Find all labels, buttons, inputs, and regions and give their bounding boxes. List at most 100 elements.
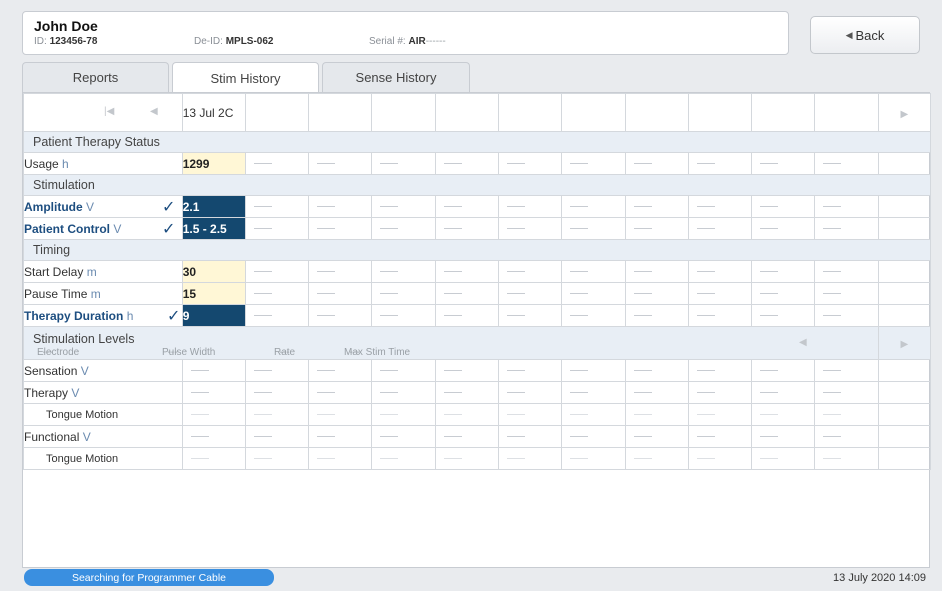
empty-cell <box>371 152 436 175</box>
empty-cell <box>687 425 753 448</box>
label-text: Therapy Duration <box>24 308 124 323</box>
check-icon: ✓ <box>162 199 176 216</box>
empty-cell <box>434 152 500 175</box>
empty-cell <box>814 152 879 175</box>
empty-cell <box>814 403 879 426</box>
unit-text: m <box>86 264 97 279</box>
empty-cell <box>561 304 626 327</box>
tab-sense-history[interactable]: Sense History <box>322 62 470 92</box>
row-label-patient-control[interactable]: Patient Control V ✓ <box>23 217 183 240</box>
empty-cell <box>434 260 500 283</box>
empty-date-cell <box>687 93 753 132</box>
row-label-amplitude[interactable]: Amplitude V ✓ <box>23 195 183 218</box>
row-label-usage: Usage h <box>23 152 183 175</box>
levels-previous-icon[interactable]: ◀ <box>799 337 807 348</box>
therapy-duration-value[interactable]: 9 <box>181 304 246 327</box>
patient-ids: ID: 123456-78 De-ID: MPLS-062 Serial #: … <box>34 36 777 50</box>
empty-cell <box>877 195 932 218</box>
next-page-cell[interactable]: ▶ <box>877 93 932 132</box>
empty-cell <box>751 282 816 305</box>
empty-cell <box>687 282 753 305</box>
stim-history-grid: |◀ ◀ 13 Jul 2C ▶ Patient Therapy Status … <box>23 93 932 470</box>
empty-cell <box>498 304 563 327</box>
empty-cell <box>624 447 689 470</box>
unit-text: h <box>126 308 134 323</box>
id-value: 123456-78 <box>49 36 98 47</box>
empty-cell <box>624 304 689 327</box>
empty-cell <box>814 381 879 404</box>
empty-cell <box>498 447 563 470</box>
empty-cell <box>561 425 626 448</box>
empty-cell <box>877 304 932 327</box>
empty-cell <box>814 195 879 218</box>
section-patient-therapy-status: Patient Therapy Status <box>23 131 931 153</box>
date-column-header[interactable]: 13 Jul 2C <box>181 93 246 132</box>
empty-cell <box>434 381 500 404</box>
empty-cell <box>434 282 500 305</box>
empty-cell <box>498 403 563 426</box>
tab-stim-history[interactable]: Stim History <box>172 62 319 93</box>
row-label-sensation: Sensation V <box>23 359 183 382</box>
empty-cell <box>561 359 626 382</box>
empty-date-cell <box>434 93 500 132</box>
previous-page-icon[interactable]: ◀ <box>150 106 158 117</box>
empty-cell <box>877 425 932 448</box>
empty-cell <box>371 403 436 426</box>
empty-cell <box>561 282 626 305</box>
id-label: ID: <box>34 36 47 47</box>
empty-cell <box>751 304 816 327</box>
empty-cell <box>687 304 753 327</box>
empty-cell <box>624 381 689 404</box>
empty-date-cell <box>814 93 879 132</box>
unit-text: V <box>71 385 80 400</box>
empty-cell <box>751 447 816 470</box>
empty-cell <box>434 195 500 218</box>
empty-date-cell <box>244 93 310 132</box>
first-page-icon[interactable]: |◀ <box>104 106 114 117</box>
pulse-width-value: --- <box>167 347 178 358</box>
levels-next-icon[interactable]: ▶ <box>900 339 908 350</box>
empty-cell <box>308 381 373 404</box>
empty-cell <box>751 403 816 426</box>
empty-cell <box>244 381 310 404</box>
row-label-therapy-duration[interactable]: Therapy Duration h ✓ <box>23 304 183 327</box>
back-arrow-icon: ◀ <box>845 29 853 40</box>
unit-text: V <box>86 199 95 214</box>
empty-date-cell <box>498 93 563 132</box>
empty-cell <box>498 195 563 218</box>
empty-cell <box>181 359 246 382</box>
empty-cell <box>308 260 373 283</box>
empty-cell <box>814 217 879 240</box>
empty-date-cell <box>751 93 816 132</box>
back-button[interactable]: ◀ Back <box>810 16 920 54</box>
empty-cell <box>498 217 563 240</box>
empty-cell <box>687 195 753 218</box>
empty-cell <box>751 381 816 404</box>
pause-time-value: 15 <box>181 282 246 305</box>
empty-cell <box>498 381 563 404</box>
next-page-icon[interactable]: ▶ <box>900 109 908 120</box>
empty-cell <box>244 304 310 327</box>
empty-cell <box>498 260 563 283</box>
empty-cell <box>244 282 310 305</box>
empty-cell <box>371 359 436 382</box>
empty-cell <box>877 447 932 470</box>
empty-cell <box>624 359 689 382</box>
amplitude-value[interactable]: 2.1 <box>181 195 246 218</box>
empty-cell <box>181 381 246 404</box>
empty-cell <box>244 152 310 175</box>
label-text: Pause Time <box>24 286 88 301</box>
usage-value: 1299 <box>181 152 246 175</box>
empty-cell <box>434 359 500 382</box>
empty-cell <box>814 425 879 448</box>
max-stim-time-value: --- <box>349 347 360 358</box>
empty-cell <box>308 217 373 240</box>
empty-cell <box>308 447 373 470</box>
tab-reports[interactable]: Reports <box>22 62 169 92</box>
levels-next-cell[interactable]: ▶ <box>877 326 932 360</box>
empty-cell <box>877 282 932 305</box>
patient-control-value[interactable]: 1.5 - 2.5 <box>181 217 246 240</box>
empty-cell <box>751 152 816 175</box>
empty-cell <box>624 425 689 448</box>
empty-cell <box>244 359 310 382</box>
